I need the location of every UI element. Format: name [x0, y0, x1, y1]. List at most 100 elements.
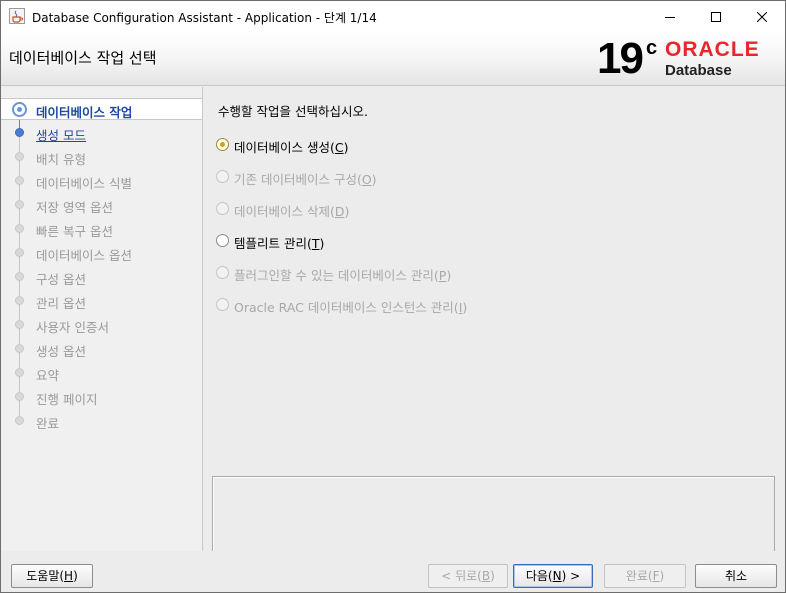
step-indicator-icon [15, 320, 24, 329]
task-option-mnemonic: O [361, 172, 372, 187]
step-label: 요약 [36, 368, 60, 383]
page-header: 데이터베이스 작업 선택 19 c ORACLE Database [1, 32, 785, 86]
finish-label-end: ) [659, 569, 665, 583]
task-prompt: 수행할 작업을 선택하십시오. [218, 104, 368, 119]
back-button[interactable]: < 뒤로(B) [428, 564, 508, 588]
task-option-text-end: ) [462, 300, 468, 315]
minimize-icon [665, 16, 675, 18]
task-option-text: 플러그인할 수 있는 데이터베이스 관리( [234, 268, 439, 283]
java-cup-icon [9, 8, 25, 24]
finish-button[interactable]: 완료(F) [604, 564, 686, 588]
task-option-text-end: ) [371, 172, 377, 187]
task-option-radio[interactable] [216, 234, 229, 247]
task-option-text: 기존 데이터베이스 구성( [234, 172, 362, 187]
task-option-label: 데이터베이스 생성(C) [234, 137, 348, 156]
task-option-label: 템플리트 관리(T) [234, 233, 324, 252]
step-label: 사용자 인증서 [36, 320, 109, 335]
task-option-mnemonic: C [334, 140, 344, 155]
step-item[interactable]: 데이터베이스 작업 [1, 98, 202, 120]
main-content: 수행할 작업을 선택하십시오. 데이터베이스 생성(C) 기존 데이터베이스 구성… [204, 87, 785, 553]
task-option-label: 플러그인할 수 있는 데이터베이스 관리(P) [234, 265, 451, 284]
step-label: 저장 영역 옵션 [36, 200, 113, 215]
step-label: 데이터베이스 옵션 [36, 248, 132, 263]
task-option-label: 기존 데이터베이스 구성(O) [234, 169, 377, 188]
help-label-end: ) [73, 569, 78, 583]
step-item: 진행 페이지 [1, 386, 202, 408]
step-indicator-icon [15, 344, 24, 353]
maximize-button[interactable] [693, 1, 739, 32]
logo-product: Database [665, 62, 732, 79]
step-label: 진행 페이지 [36, 392, 98, 407]
back-mnemonic: B [481, 569, 491, 583]
step-indicator-icon [15, 248, 24, 257]
next-label: 다음( [525, 569, 553, 583]
close-button[interactable] [739, 1, 785, 32]
step-indicator-icon [15, 296, 24, 305]
step-label: 생성 옵션 [36, 344, 86, 359]
task-option-radio [216, 298, 229, 311]
step-item[interactable]: 생성 모드 [1, 122, 202, 144]
task-option-label: 데이터베이스 삭제(D) [234, 201, 349, 220]
task-option-mnemonic: T [311, 236, 320, 251]
step-item: 요약 [1, 362, 202, 384]
step-label: 관리 옵션 [36, 296, 86, 311]
step-item: 관리 옵션 [1, 290, 202, 312]
step-item: 생성 옵션 [1, 338, 202, 360]
step-label: 배치 유형 [36, 152, 86, 167]
page-title: 데이터베이스 작업 선택 [9, 49, 157, 67]
step-indicator-icon [12, 102, 27, 117]
step-item: 배치 유형 [1, 146, 202, 168]
back-label: < 뒤로( [441, 569, 482, 583]
oracle-database-logo: 19 c ORACLE Database [597, 35, 779, 83]
step-item: 사용자 인증서 [1, 314, 202, 336]
steps-panel: 데이터베이스 작업생성 모드배치 유형데이터베이스 식별저장 영역 옵션빠른 복… [1, 87, 203, 551]
next-button[interactable]: 다음(N) > [513, 564, 593, 588]
step-indicator-icon [15, 224, 24, 233]
message-box [212, 476, 775, 553]
step-label: 생성 모드 [36, 128, 86, 143]
task-option-radio[interactable] [216, 138, 229, 151]
step-indicator-icon [15, 176, 24, 185]
step-label: 데이터베이스 식별 [36, 176, 132, 191]
step-item: 저장 영역 옵션 [1, 194, 202, 216]
task-option-text-end: ) [446, 268, 452, 283]
logo-brand: ORACLE [665, 38, 760, 61]
task-option-radio [216, 266, 229, 279]
minimize-button[interactable] [647, 1, 693, 32]
title-bar[interactable]: Database Configuration Assistant - Appli… [1, 1, 785, 32]
step-indicator-icon [15, 416, 24, 425]
maximize-icon [711, 11, 721, 22]
task-option-radio [216, 170, 229, 183]
step-indicator-icon [15, 128, 24, 137]
next-label-end: ) > [561, 569, 581, 583]
step-indicator-icon [15, 152, 24, 161]
finish-label: 완료( [625, 569, 653, 583]
task-option-text: Oracle RAC 데이터베이스 인스턴스 관리( [234, 300, 459, 315]
dbca-window: Database Configuration Assistant - Appli… [0, 0, 786, 593]
task-option-text-end: ) [343, 140, 349, 155]
logo-version: 19 [597, 34, 644, 83]
task-option-label: Oracle RAC 데이터베이스 인스턴스 관리(I) [234, 297, 467, 316]
close-icon [757, 11, 767, 22]
logo-version-suffix: c [646, 37, 658, 59]
step-item: 빠른 복구 옵션 [1, 218, 202, 240]
step-item: 구성 옵션 [1, 266, 202, 288]
cancel-button[interactable]: 취소 [695, 564, 777, 588]
button-bar: 도움말(H) < 뒤로(B) 다음(N) > 완료(F) 취소 [1, 551, 785, 592]
task-option-text-end: ) [344, 204, 350, 219]
task-option-text: 데이터베이스 삭제( [234, 204, 335, 219]
back-label-end: ) [490, 569, 495, 583]
step-label: 데이터베이스 작업 [36, 105, 133, 120]
step-item: 데이터베이스 옵션 [1, 242, 202, 264]
task-option-text-end: ) [319, 236, 325, 251]
next-mnemonic: N [552, 569, 562, 583]
task-option-text: 데이터베이스 생성( [234, 140, 335, 155]
help-button[interactable]: 도움말(H) [11, 564, 93, 588]
help-label: 도움말( [26, 569, 65, 583]
step-label: 완료 [36, 416, 60, 431]
help-mnemonic: H [64, 569, 74, 583]
step-indicator-icon [15, 200, 24, 209]
step-indicator-icon [15, 368, 24, 377]
step-item: 완료 [1, 410, 202, 432]
window-title: Database Configuration Assistant - Appli… [32, 11, 377, 25]
